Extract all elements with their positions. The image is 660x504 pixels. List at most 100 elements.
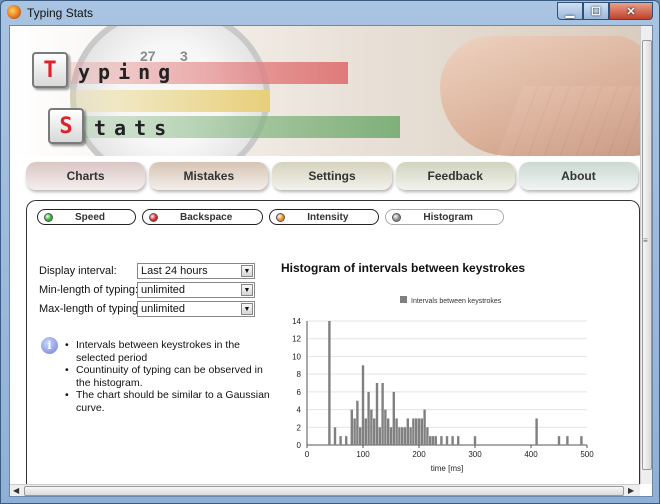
histogram-bar — [361, 365, 365, 445]
histogram-bar — [566, 436, 569, 445]
y-tick-label: 10 — [292, 352, 301, 361]
histogram-bar — [580, 436, 583, 445]
logo-key-t: T — [32, 52, 68, 88]
histogram-bar — [345, 436, 348, 445]
logo-text-stats: tats — [94, 116, 175, 140]
window-controls: ▁ ☐ ✕ — [557, 2, 653, 20]
close-button[interactable]: ✕ — [609, 2, 653, 20]
histogram-chart: Intervals between keystrokes 0 2 4 6 8 10 12 14 0… — [292, 296, 594, 473]
histogram-bar — [431, 436, 435, 445]
histogram-bar — [409, 427, 412, 445]
subtab-backspace[interactable]: Backspace — [142, 209, 264, 225]
max-length-value: unlimited — [141, 303, 186, 315]
min-length-select[interactable]: unlimited ▼ — [137, 282, 255, 298]
x-tick-label: 300 — [468, 450, 482, 459]
histogram-bar — [403, 427, 407, 445]
orange-dot-icon — [276, 212, 286, 222]
yellow-bar — [70, 90, 270, 112]
histogram-bar — [378, 427, 381, 445]
chart-title: Histogram of intervals between keystroke… — [281, 261, 526, 275]
info-item: Countinuity of typing can be observed in… — [65, 364, 275, 389]
display-interval-label: Display interval: — [39, 265, 117, 277]
y-tick-label: 14 — [292, 317, 301, 326]
histogram-bar — [401, 427, 404, 445]
x-tick-label: 100 — [356, 450, 370, 459]
histogram-bar — [451, 436, 454, 445]
scroll-left-icon[interactable]: ◀ — [13, 485, 19, 496]
histogram-bar — [333, 427, 337, 445]
title-bar[interactable]: Typing Stats ▁ ☐ ✕ — [1, 1, 659, 25]
dropdown-arrow-icon[interactable]: ▼ — [241, 303, 253, 315]
window-title: Typing Stats — [27, 6, 94, 20]
chart-subtabs: Speed Backspace Intensity Histogram — [37, 209, 504, 225]
scroll-right-icon[interactable]: ▶ — [628, 485, 634, 496]
subtab-intensity[interactable]: Intensity — [269, 209, 380, 225]
vertical-scrollbar[interactable]: ≡ — [640, 26, 652, 484]
max-length-select[interactable]: unlimited ▼ — [137, 301, 255, 317]
histogram-bar — [339, 436, 342, 445]
info-item: The chart should be similar to a Gaussia… — [65, 389, 275, 414]
histogram-bar — [375, 383, 379, 445]
subtab-histogram[interactable]: Histogram — [385, 209, 504, 225]
tab-feedback[interactable]: Feedback — [395, 162, 515, 190]
histogram-bar — [373, 418, 376, 445]
histogram-bar — [457, 436, 460, 445]
legend-label: Intervals between keystrokes — [411, 298, 502, 305]
histogram-bar — [384, 409, 387, 445]
hand-graphic — [440, 36, 640, 156]
histogram-bar — [398, 427, 401, 445]
info-icon: i — [41, 337, 58, 354]
histogram-bar — [387, 418, 390, 445]
info-list: Intervals between keystrokes in the sele… — [65, 339, 275, 414]
y-tick-label: 0 — [297, 441, 302, 450]
min-length-label: Min-length of typing: — [39, 284, 139, 296]
info-item: Intervals between keystrokes in the sele… — [65, 339, 275, 364]
histogram-bar — [370, 409, 373, 445]
subtab-speed[interactable]: Speed — [37, 209, 137, 225]
maximize-button[interactable]: ☐ — [583, 2, 609, 20]
x-tick-label: 400 — [524, 450, 538, 459]
histogram-bar — [434, 436, 437, 445]
histogram-bar — [356, 400, 359, 445]
logo-key-s: S — [48, 108, 84, 144]
app-icon — [7, 5, 21, 19]
y-tick-label: 6 — [297, 388, 302, 397]
clock-number: 20 — [170, 154, 190, 156]
app-window: Typing Stats ▁ ☐ ✕ 27 3 20 T yping S tat… — [0, 0, 660, 504]
tab-charts[interactable]: Charts — [26, 162, 146, 190]
charts-panel: Speed Backspace Intensity Histogram Disp… — [26, 200, 640, 496]
vertical-scroll-thumb[interactable] — [642, 40, 652, 470]
tab-about[interactable]: About — [518, 162, 639, 190]
horizontal-scroll-thumb[interactable] — [24, 486, 624, 496]
histogram-bar — [353, 418, 356, 445]
y-tick-label: 12 — [292, 335, 301, 344]
main-nav: Charts Mistakes Settings Feedback About — [26, 162, 639, 190]
histogram-bar — [350, 409, 353, 445]
min-length-value: unlimited — [141, 284, 186, 296]
histogram-bar — [381, 383, 384, 445]
histogram-bar — [359, 427, 362, 445]
display-interval-value: Last 24 hours — [141, 265, 208, 277]
histogram-bar — [557, 436, 561, 445]
red-dot-icon — [149, 212, 159, 222]
subtab-label: Histogram — [423, 211, 473, 223]
logo-text-typing: yping — [78, 60, 179, 84]
header-banner: 27 3 20 T yping S tats — [10, 26, 640, 156]
dropdown-arrow-icon[interactable]: ▼ — [241, 265, 253, 277]
x-tick-label: 0 — [305, 450, 310, 459]
subtab-label: Intensity — [307, 211, 349, 223]
dropdown-arrow-icon[interactable]: ▼ — [241, 284, 253, 296]
display-interval-select[interactable]: Last 24 hours ▼ — [137, 263, 255, 279]
tab-settings[interactable]: Settings — [272, 162, 392, 190]
minimize-button[interactable]: ▁ — [557, 2, 583, 20]
histogram-bar — [412, 418, 415, 445]
client-area: 27 3 20 T yping S tats Charts Mistakes S… — [9, 25, 653, 497]
histogram-bar — [417, 418, 421, 445]
histogram-bar — [415, 418, 418, 445]
histogram-bar — [328, 321, 331, 445]
subtab-label: Backspace — [180, 211, 233, 223]
histogram-bar — [367, 391, 370, 445]
horizontal-scrollbar[interactable]: ◀ ▶ — [10, 484, 640, 496]
tab-mistakes[interactable]: Mistakes — [149, 162, 269, 190]
histogram-bar — [440, 436, 443, 445]
